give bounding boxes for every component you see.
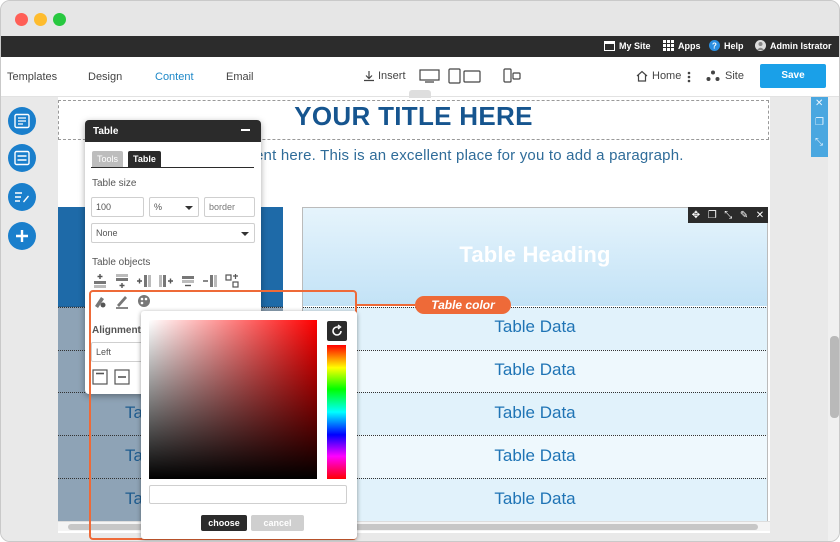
saturation-value-picker[interactable]: [149, 320, 317, 479]
hue-slider[interactable]: [327, 345, 346, 479]
copy-icon[interactable]: ❐: [815, 117, 824, 128]
tab-design[interactable]: Design: [88, 71, 122, 83]
minimize-panel-icon[interactable]: [241, 129, 250, 131]
calendar-icon: [604, 41, 615, 51]
my-site-label: My Site: [619, 40, 651, 51]
tab-templates[interactable]: Templates: [7, 71, 57, 83]
plus-icon: [16, 230, 28, 242]
home-label: Home: [652, 70, 682, 82]
insert-button[interactable]: Insert: [363, 70, 406, 82]
table-objects-label: Table objects: [92, 257, 151, 268]
table-width-input[interactable]: 100: [91, 197, 144, 217]
table-color-callout: Table color: [415, 296, 511, 314]
delete-column-icon[interactable]: [202, 273, 218, 289]
minimize-window-button[interactable]: [34, 13, 47, 26]
admin-bar: My Site Apps ? Help Admin Istrator: [1, 36, 839, 57]
chevron-down-icon: [185, 206, 193, 210]
help-label: Help: [724, 40, 744, 51]
panel-tab-divider: [91, 167, 254, 168]
tab-email[interactable]: Email: [226, 71, 254, 83]
window-titlebar: [1, 1, 839, 36]
home-icon: [636, 70, 648, 82]
close-icon[interactable]: ✕: [756, 210, 764, 221]
choose-button[interactable]: choose: [201, 515, 247, 531]
tab-content[interactable]: Content: [155, 71, 194, 83]
apps-label: Apps: [678, 40, 701, 51]
layout-button[interactable]: [8, 107, 36, 135]
insert-column-left-icon[interactable]: [136, 273, 152, 289]
table-style-select[interactable]: None: [91, 223, 255, 243]
panel-title: Table: [93, 126, 119, 137]
home-page-selector[interactable]: Home: [636, 70, 681, 82]
desktop-view-icon[interactable]: [419, 69, 440, 83]
help-icon: ?: [709, 40, 720, 51]
table-unit-select[interactable]: %: [149, 197, 199, 217]
color-hex-input[interactable]: [149, 485, 347, 504]
page-paragraph[interactable]: ent here. This is an excellent place for…: [255, 147, 684, 164]
layout-icon: [14, 113, 30, 129]
table-unit-value: %: [154, 202, 163, 212]
merge-cells-icon[interactable]: [224, 273, 240, 289]
callout-connector: [357, 304, 415, 306]
cancel-button[interactable]: cancel: [251, 515, 304, 531]
tab-table[interactable]: Table: [128, 151, 161, 167]
user-menu[interactable]: Admin Istrator: [755, 40, 832, 51]
maximize-window-button[interactable]: [53, 13, 66, 26]
sitemap-icon: [706, 70, 720, 81]
panel-header[interactable]: Table: [85, 120, 261, 142]
edit-content-button[interactable]: [8, 183, 36, 211]
close-window-button[interactable]: [15, 13, 28, 26]
grid-icon: [663, 40, 674, 51]
my-site-link[interactable]: My Site: [604, 40, 651, 51]
table-outline: [302, 207, 768, 522]
delete-row-icon[interactable]: [180, 273, 196, 289]
refresh-icon: [332, 324, 342, 336]
copy-icon[interactable]: ❐: [708, 210, 717, 221]
table-border-input[interactable]: border: [204, 197, 255, 217]
page-scrollbar[interactable]: [828, 97, 839, 541]
collapse-toolbar-handle[interactable]: [409, 90, 431, 98]
sections-button[interactable]: [8, 144, 36, 172]
download-icon: [364, 71, 374, 82]
magic-wand-icon[interactable]: ✎: [740, 210, 748, 221]
sections-icon: [14, 150, 30, 166]
move-icon[interactable]: ✥: [692, 210, 700, 221]
add-element-button[interactable]: [8, 222, 36, 250]
apps-link[interactable]: Apps: [663, 40, 701, 51]
mobile-view-icon[interactable]: [503, 68, 521, 84]
chevron-down-icon: [241, 232, 249, 236]
help-link[interactable]: ? Help: [709, 40, 744, 51]
cell-toolbar: ✥ ❐ ⤡ ✎ ✕: [688, 207, 768, 223]
tablet-view-icon[interactable]: [448, 68, 482, 84]
site-settings-link[interactable]: Site: [706, 70, 744, 82]
svg-text:?: ?: [712, 41, 717, 50]
reset-color-button[interactable]: [327, 321, 347, 341]
edit-list-icon: [15, 192, 29, 203]
page-scrollbar-thumb[interactable]: [830, 336, 839, 418]
insert-column-right-icon[interactable]: [158, 273, 174, 289]
insert-row-above-icon[interactable]: [92, 273, 108, 289]
site-label: Site: [725, 70, 744, 82]
table-size-label: Table size: [92, 178, 137, 189]
user-avatar-icon: [755, 40, 766, 51]
close-icon[interactable]: ✕: [815, 98, 823, 109]
app-window: My Site Apps ? Help Admin Istrator Templ…: [0, 0, 840, 542]
table-objects-row-1: [92, 273, 240, 289]
resize-icon[interactable]: ⤡: [815, 137, 823, 148]
table-style-value: None: [96, 228, 118, 238]
insert-label: Insert: [378, 70, 406, 82]
tab-tools[interactable]: Tools: [92, 151, 124, 167]
insert-row-below-icon[interactable]: [114, 273, 130, 289]
resize-icon[interactable]: ⤡: [724, 210, 732, 221]
save-button[interactable]: Save: [760, 64, 826, 88]
more-vertical-icon[interactable]: [687, 71, 691, 83]
user-name: Admin Istrator: [770, 40, 832, 51]
element-tools-strip: ✕ ❐ ⤡: [811, 97, 828, 157]
